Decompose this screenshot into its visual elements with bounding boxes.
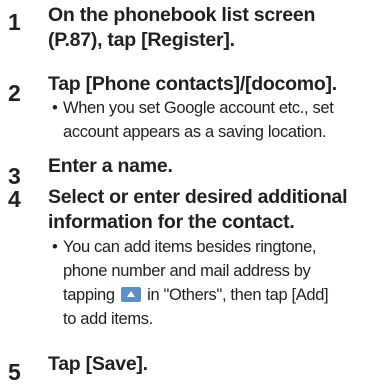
step-number: 2	[8, 80, 21, 106]
step-note: • You can add items besides ringtone, ph…	[52, 235, 378, 331]
step-number: 4	[8, 186, 21, 212]
note-line: You can add items besides ringtone,	[63, 238, 317, 256]
step-title: Select or enter desired additional infor…	[48, 185, 374, 235]
step-title: Tap [Phone contacts]/[docomo].	[48, 72, 374, 97]
bullet: •	[52, 99, 58, 117]
note-line: account appears as a saving location.	[63, 123, 327, 141]
note-line: to add items.	[63, 310, 153, 328]
step-number: 5	[8, 359, 21, 385]
step-note: • When you set Google account etc., set …	[52, 96, 378, 144]
bullet: •	[52, 238, 58, 256]
expand-up-icon	[120, 287, 141, 302]
step-title-line: On the phonebook list screen	[48, 4, 316, 26]
step-title: Enter a name.	[48, 154, 374, 179]
step-number: 1	[8, 9, 21, 35]
note-line: tapping in "Others", then tap [Add]	[52, 283, 378, 307]
step-title-line: Tap [Save].	[48, 353, 148, 375]
step-title-line: Tap [Phone contacts]/[docomo].	[48, 73, 337, 95]
step-title-line: (P.87), tap [Register].	[48, 29, 235, 51]
note-text-after-icon: in "Others", then tap [Add]	[142, 286, 329, 304]
note-line: phone number and mail address by	[63, 262, 311, 280]
note-line: When you set Google account etc., set	[63, 99, 334, 117]
step-number: 3	[8, 163, 21, 189]
step-title-line: Enter a name.	[48, 155, 173, 177]
note-text-before-icon: tapping	[63, 286, 119, 304]
step-title: Tap [Save].	[48, 352, 374, 377]
step-title-line: information for the contact.	[48, 211, 295, 233]
step-title-line: Select or enter desired additional	[48, 186, 348, 208]
step-title: On the phonebook list screen (P.87), tap…	[48, 3, 374, 53]
